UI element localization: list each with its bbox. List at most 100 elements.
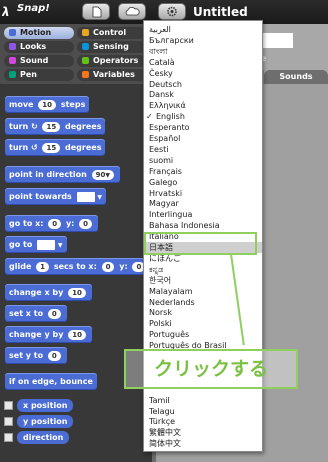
language-menu-item-label: Español bbox=[149, 134, 181, 143]
tab-sounds[interactable]: Sounds bbox=[264, 70, 328, 84]
language-menu-item[interactable]: Česky bbox=[144, 68, 262, 79]
category-motion[interactable]: Motion bbox=[4, 27, 74, 39]
category-sound[interactable]: Sound bbox=[4, 55, 74, 67]
language-menu-item[interactable]: Esperanto bbox=[144, 122, 262, 133]
block-change-x[interactable]: change x by 10 bbox=[5, 284, 92, 301]
language-menu-item[interactable]: Türkçe bbox=[144, 416, 262, 427]
block-input[interactable]: 15 bbox=[42, 121, 61, 132]
language-menu-item[interactable]: ಕನ್ನಡ bbox=[144, 264, 262, 275]
reporter-x-position[interactable]: x position bbox=[17, 399, 74, 412]
category-variables[interactable]: Variables bbox=[77, 69, 147, 81]
block-input[interactable]: 10 bbox=[68, 329, 86, 340]
language-menu-item-label: にほんご bbox=[149, 253, 181, 263]
block-dropdown-input[interactable]: 90▼ bbox=[91, 169, 115, 180]
language-menu-item[interactable]: 한국어 bbox=[144, 275, 262, 286]
cloud-icon bbox=[125, 6, 140, 16]
block-input[interactable]: 0 bbox=[79, 218, 93, 229]
block-text: y: bbox=[65, 219, 75, 228]
language-menu-item[interactable]: Hrvatski bbox=[144, 188, 262, 199]
block-input[interactable]: 10 bbox=[38, 99, 57, 110]
block-dropdown-input[interactable] bbox=[37, 239, 56, 250]
block-if-on-edge-bounce[interactable]: if on edge, bounce bbox=[5, 373, 97, 390]
language-menu-item-label: Eesti bbox=[149, 144, 169, 154]
language-menu-item[interactable]: Magyar bbox=[144, 198, 262, 209]
language-menu-item[interactable]: العربية bbox=[144, 24, 262, 35]
category-looks[interactable]: Looks bbox=[4, 41, 74, 53]
language-menu-item[interactable]: Português bbox=[144, 329, 262, 340]
category-swatch bbox=[9, 43, 16, 50]
language-menu-item[interactable]: Dansk bbox=[144, 89, 262, 100]
block-glide[interactable]: glide 1 secs to x: 0 y: 0 bbox=[5, 258, 152, 275]
category-label: Sensing bbox=[93, 42, 129, 51]
language-menu-item[interactable]: Ελληνικά bbox=[144, 100, 262, 111]
checkbox-y-position[interactable] bbox=[4, 417, 13, 426]
language-menu-item[interactable]: Català bbox=[144, 57, 262, 68]
settings-button[interactable] bbox=[158, 3, 186, 20]
checkbox-direction[interactable] bbox=[4, 433, 13, 442]
language-menu-item[interactable]: Polski bbox=[144, 318, 262, 329]
language-menu-item[interactable]: 简体中文 bbox=[144, 438, 262, 449]
language-menu-item[interactable]: Malayalam bbox=[144, 286, 262, 297]
sprite-name-field[interactable] bbox=[258, 33, 293, 48]
chevron-down-icon: ▼ bbox=[105, 171, 111, 179]
category-swatch bbox=[82, 29, 89, 36]
snap-logo[interactable]: λ Snap! bbox=[1, 3, 50, 20]
language-menu-item[interactable]: Bahasa Indonesia bbox=[144, 220, 262, 231]
block-input-value: 90 bbox=[95, 170, 106, 179]
language-menu-item-label: العربية bbox=[149, 25, 171, 34]
language-menu-item[interactable]: Telagu bbox=[144, 406, 262, 417]
block-point-towards[interactable]: point towards ▼ bbox=[5, 188, 107, 205]
category-label: Motion bbox=[20, 28, 52, 37]
block-point-in-direction[interactable]: point in direction 90▼ bbox=[5, 166, 121, 183]
block-turn-left[interactable]: turn ↺ 15 degrees bbox=[5, 139, 106, 156]
block-input[interactable]: 0 bbox=[47, 308, 61, 319]
category-label: Pen bbox=[20, 70, 37, 79]
category-control[interactable]: Control bbox=[77, 27, 147, 39]
language-menu-item[interactable]: বাংলা bbox=[144, 46, 262, 57]
language-menu-item-label: Esperanto bbox=[149, 123, 190, 133]
block-input[interactable]: 1 bbox=[36, 261, 50, 272]
checkbox-x-position[interactable] bbox=[4, 401, 13, 410]
file-button[interactable] bbox=[82, 3, 110, 20]
block-input[interactable]: 0 bbox=[47, 350, 61, 361]
block-turn-right[interactable]: turn ↻ 15 degrees bbox=[5, 118, 106, 135]
reporter-y-position[interactable]: y position bbox=[17, 415, 74, 428]
language-menu-item[interactable]: Español bbox=[144, 133, 262, 144]
block-dropdown-input[interactable] bbox=[76, 191, 95, 202]
file-icon bbox=[92, 6, 102, 18]
block-input[interactable]: 0 bbox=[101, 261, 115, 272]
language-menu-item[interactable]: Galego bbox=[144, 177, 262, 188]
category-operators[interactable]: Operators bbox=[77, 55, 147, 67]
category-sensing[interactable]: Sensing bbox=[77, 41, 147, 53]
language-menu-item[interactable]: Nederlands bbox=[144, 297, 262, 308]
language-menu-item[interactable]: suomi bbox=[144, 155, 262, 166]
language-menu-item[interactable]: ✓ English bbox=[144, 111, 262, 122]
category-pen[interactable]: Pen bbox=[4, 69, 74, 81]
language-menu-item[interactable]: Deutsch bbox=[144, 79, 262, 90]
reporter-direction[interactable]: direction bbox=[17, 431, 70, 444]
language-menu-item-label: Hrvatski bbox=[149, 188, 183, 198]
chevron-down-icon: ▼ bbox=[57, 242, 63, 249]
block-set-y[interactable]: set y to 0 bbox=[5, 347, 67, 364]
block-text: set x to bbox=[9, 309, 44, 318]
block-set-x[interactable]: set x to 0 bbox=[5, 305, 67, 322]
cloud-button[interactable] bbox=[118, 3, 146, 20]
block-go-to-xy[interactable]: go to x: 0 y: 0 bbox=[5, 215, 99, 232]
block-go-to[interactable]: go to ▼ bbox=[5, 236, 67, 253]
category-swatch bbox=[82, 71, 89, 78]
block-input[interactable]: 0 bbox=[48, 218, 62, 229]
block-input[interactable]: 10 bbox=[68, 287, 86, 298]
language-menu-item[interactable]: Tamil bbox=[144, 395, 262, 406]
language-menu-item[interactable]: Eesti bbox=[144, 144, 262, 155]
language-menu-item-label: 繁體中文 bbox=[149, 428, 181, 438]
category-label: Variables bbox=[93, 70, 135, 79]
category-swatch bbox=[82, 43, 89, 50]
language-menu-item[interactable]: Български bbox=[144, 35, 262, 46]
language-menu-item[interactable]: Norsk bbox=[144, 307, 262, 318]
language-menu-item[interactable]: 繁體中文 bbox=[144, 427, 262, 438]
language-menu-item[interactable]: Français bbox=[144, 166, 262, 177]
block-input[interactable]: 15 bbox=[42, 142, 61, 153]
language-menu-item[interactable]: Interlingua bbox=[144, 209, 262, 220]
block-change-y[interactable]: change y by 10 bbox=[5, 326, 92, 343]
block-move[interactable]: move 10 steps bbox=[5, 96, 90, 113]
